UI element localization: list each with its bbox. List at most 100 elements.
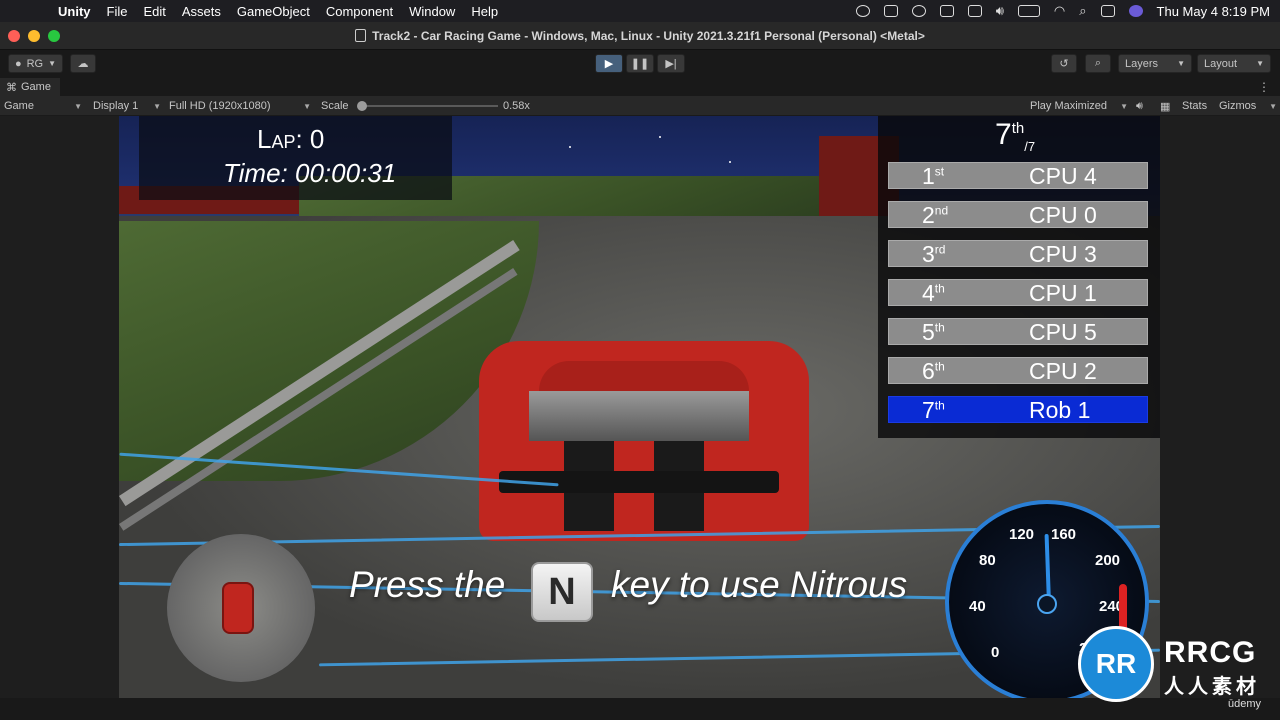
control-center-icon[interactable] bbox=[1100, 5, 1115, 17]
clock-text[interactable]: Thu May 4 8:19 PM bbox=[1157, 4, 1270, 19]
unity-cube-icon[interactable] bbox=[883, 5, 898, 17]
grid-icon[interactable]: ▦ bbox=[1160, 99, 1170, 113]
place-suffix: th bbox=[934, 281, 945, 296]
history-button[interactable]: ↺ bbox=[1051, 54, 1077, 73]
speed-tick-label: 200 bbox=[1095, 552, 1121, 569]
pause-icon: ❚❚ bbox=[630, 58, 650, 70]
view-dropdown[interactable]: Game ▼ bbox=[4, 99, 82, 113]
window-title: Track2 - Car Racing Game - Windows, Mac,… bbox=[372, 28, 925, 43]
menu-unity[interactable]: Unity bbox=[50, 4, 99, 19]
standings-row: 1st CPU 4 bbox=[888, 162, 1148, 189]
history-icon: ↺ bbox=[1059, 58, 1069, 70]
position-total: /7 bbox=[1024, 139, 1036, 154]
player-car bbox=[479, 341, 809, 541]
menu-help[interactable]: Help bbox=[463, 4, 506, 19]
scale-slider-track[interactable] bbox=[360, 105, 498, 107]
menu-file[interactable]: File bbox=[99, 4, 136, 19]
speed-tick-label: 40 bbox=[969, 598, 986, 615]
place-number: 7 bbox=[922, 397, 935, 423]
layout-dropdown[interactable]: Layout ▼ bbox=[1197, 54, 1271, 73]
scale-label: Scale bbox=[321, 100, 349, 112]
game-view[interactable]: Lap: 0 Time: 00:00:31 7th/7 1st CPU 4 2nd… bbox=[119, 116, 1160, 698]
play-button[interactable]: ▶ bbox=[595, 54, 623, 73]
rrcg-logo: RR bbox=[1078, 626, 1154, 702]
volume-icon[interactable]: 🔊︎ bbox=[996, 3, 1004, 19]
play-mode-dropdown[interactable]: Play Maximized ▼ bbox=[1030, 99, 1128, 113]
search-icon: ⌕ bbox=[1094, 57, 1102, 69]
battery-icon[interactable] bbox=[1017, 5, 1040, 17]
close-button[interactable] bbox=[8, 30, 20, 42]
account-icon: ● bbox=[15, 57, 22, 70]
racer-name: CPU 1 bbox=[1029, 280, 1097, 306]
menu-gameobject[interactable]: GameObject bbox=[229, 4, 318, 19]
nitro-prompt-prefix: Press the bbox=[349, 564, 506, 605]
standings-row-player: 7th Rob 1 bbox=[888, 396, 1148, 423]
layout-label: Layout bbox=[1204, 57, 1238, 70]
minimize-button[interactable] bbox=[28, 30, 40, 42]
needle-hub bbox=[1037, 594, 1057, 614]
kebab-menu-icon[interactable]: ⋮ bbox=[1258, 80, 1270, 94]
play-circle-icon[interactable] bbox=[911, 5, 926, 17]
search-icon[interactable]: ⌕ bbox=[1079, 3, 1086, 19]
gizmos-label: Gizmos bbox=[1219, 100, 1257, 112]
display-label: Display 1 bbox=[93, 100, 139, 112]
menu-component[interactable]: Component bbox=[318, 4, 401, 19]
lap-counter: Lap: 0 bbox=[257, 124, 325, 154]
racer-name: Rob 1 bbox=[1029, 397, 1091, 423]
chevron-down-icon: ▼ bbox=[74, 101, 82, 111]
layers-dropdown[interactable]: Layers ▼ bbox=[1118, 54, 1192, 73]
display-icon[interactable] bbox=[967, 5, 982, 17]
racer-name: CPU 3 bbox=[1029, 241, 1097, 267]
chevron-down-icon: ▼ bbox=[1177, 59, 1185, 68]
chevron-down-icon: ▼ bbox=[1256, 59, 1264, 68]
speed-tick-label: 160 bbox=[1051, 526, 1077, 543]
audio-toggle-icon[interactable]: 🔊︎ bbox=[1136, 99, 1143, 113]
account-dropdown[interactable]: ● RG ▼ bbox=[8, 54, 63, 73]
current-position: 7th/7 bbox=[995, 118, 1035, 154]
search-button[interactable]: ⌕ bbox=[1085, 54, 1111, 73]
windows-icon[interactable] bbox=[939, 5, 954, 17]
document-icon bbox=[355, 29, 367, 42]
standings-row: 6th CPU 2 bbox=[888, 357, 1148, 384]
record-icon[interactable] bbox=[855, 5, 870, 17]
stats-button[interactable]: Stats bbox=[1182, 99, 1207, 113]
menu-edit[interactable]: Edit bbox=[135, 4, 173, 19]
menu-assets[interactable]: Assets bbox=[174, 4, 229, 19]
place-suffix: th bbox=[934, 359, 945, 374]
chevron-down-icon: ▼ bbox=[1120, 101, 1128, 111]
step-button[interactable]: ▶| bbox=[657, 54, 685, 73]
chevron-down-icon: ▼ bbox=[153, 101, 161, 111]
wifi-icon[interactable]: ◠ bbox=[1054, 3, 1065, 19]
place-number: 6 bbox=[922, 358, 935, 384]
racer-name: CPU 4 bbox=[1029, 163, 1097, 189]
standings-row: 2nd CPU 0 bbox=[888, 201, 1148, 228]
place-number: 4 bbox=[922, 280, 935, 306]
racer-name: CPU 0 bbox=[1029, 202, 1097, 228]
rrcg-watermark: RR RRCG 人人素材 bbox=[1078, 626, 1278, 706]
menu-window[interactable]: Window bbox=[401, 4, 463, 19]
display-dropdown[interactable]: Display 1 ▼ bbox=[93, 99, 161, 113]
tab-game[interactable]: ⌘ Game bbox=[0, 78, 60, 96]
pause-button[interactable]: ❚❚ bbox=[626, 54, 654, 73]
siri-icon[interactable] bbox=[1128, 5, 1143, 17]
status-area: 🔊︎ ◠ ⌕ Thu May 4 8:19 PM bbox=[855, 0, 1270, 22]
tab-game-label: Game bbox=[21, 81, 51, 93]
place-number: 2 bbox=[922, 202, 935, 228]
scale-value: 0.58x bbox=[503, 100, 530, 112]
gizmos-dropdown[interactable]: Gizmos ▼ bbox=[1219, 99, 1277, 113]
resolution-dropdown[interactable]: Full HD (1920x1080) ▼ bbox=[169, 99, 311, 113]
cloud-button[interactable]: ☁ bbox=[70, 54, 96, 73]
position-number: 7 bbox=[995, 118, 1012, 151]
game-tab-row: ⌘ Game ⋮ bbox=[0, 78, 1280, 96]
car-rear-window bbox=[529, 391, 749, 441]
place-suffix: th bbox=[934, 398, 945, 413]
scale-slider-handle[interactable] bbox=[357, 101, 367, 111]
zoom-button[interactable] bbox=[48, 30, 60, 42]
chevron-down-icon: ▼ bbox=[303, 101, 311, 111]
place-number: 5 bbox=[922, 319, 935, 345]
editor-toolbar: ● RG ▼ ☁ ▶ ❚❚ ▶| ↺ ⌕ Layers ▼ Layout ▼ bbox=[0, 50, 1280, 78]
n-key-icon: N bbox=[531, 562, 593, 622]
window-controls bbox=[8, 30, 60, 42]
gamepad-icon: ⌘ bbox=[6, 81, 17, 94]
nitro-prompt-suffix: key to use Nitrous bbox=[611, 564, 908, 605]
